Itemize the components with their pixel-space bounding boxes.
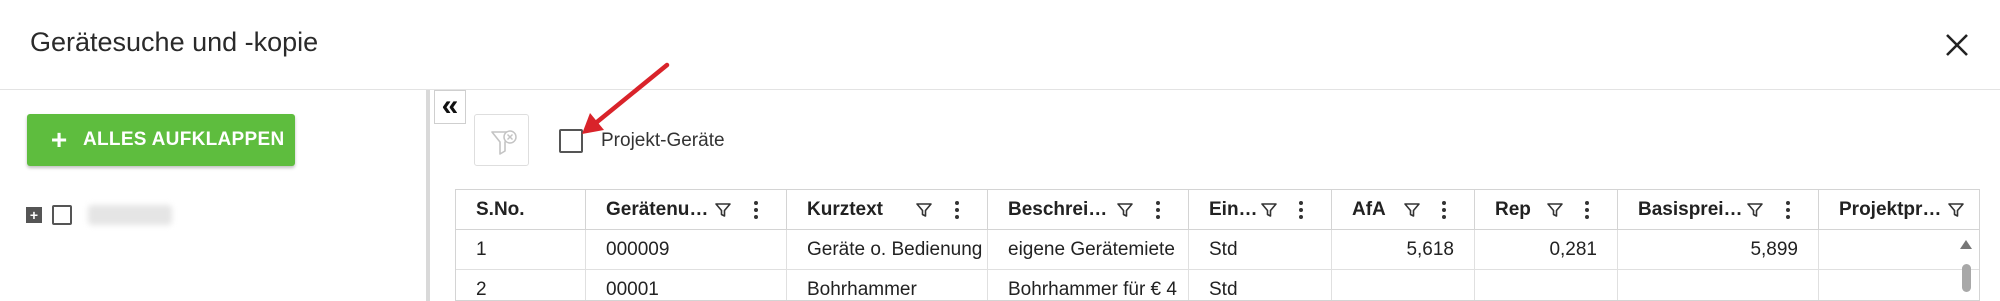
- filter-icon[interactable]: [1260, 201, 1278, 219]
- tree-pane: + ALLES AUFKLAPPEN +: [0, 90, 426, 301]
- column-header-label: Basisprei…: [1638, 199, 1743, 220]
- filter-icon[interactable]: [1947, 201, 1965, 219]
- column-header-afa[interactable]: AfA: [1332, 190, 1475, 230]
- cell-rep: [1475, 270, 1618, 300]
- column-menu-icon[interactable]: [1439, 199, 1449, 221]
- plus-icon: +: [50, 124, 68, 155]
- double-chevron-left-icon: «: [441, 89, 459, 122]
- filter-icon[interactable]: [915, 201, 933, 219]
- close-button[interactable]: [1938, 26, 1976, 64]
- cell-sno: 2: [456, 270, 586, 300]
- tree-node-checkbox[interactable]: [52, 205, 72, 225]
- cell-basispreis: [1618, 270, 1819, 300]
- cell-kurztext: Bohrhammer: [787, 270, 988, 300]
- column-menu-icon[interactable]: [1582, 199, 1592, 221]
- column-header-projektpreis[interactable]: Projektpr…: [1819, 190, 1979, 230]
- cell-einheit: Std: [1189, 230, 1332, 270]
- column-menu-icon[interactable]: [751, 199, 761, 221]
- cell-afa: [1332, 270, 1475, 300]
- scroll-up-arrow-icon[interactable]: [1960, 240, 1972, 249]
- devices-grid: S.No. Gerätenu… Kurztext Beschrei… Ein… …: [455, 189, 1980, 301]
- column-header-basispreis[interactable]: Basisprei…: [1618, 190, 1819, 230]
- expand-all-label: ALLES AUFKLAPPEN: [83, 129, 285, 150]
- column-header-label: S.No.: [476, 199, 525, 220]
- column-menu-icon[interactable]: [952, 199, 962, 221]
- close-icon[interactable]: [1938, 26, 1976, 64]
- column-menu-icon[interactable]: [1296, 199, 1306, 221]
- column-header-label: Projektpr…: [1839, 199, 1942, 220]
- scroll-thumb[interactable]: [1962, 264, 1971, 292]
- filter-icon[interactable]: [714, 201, 732, 219]
- filter-icon[interactable]: [1746, 201, 1764, 219]
- filter-clear-icon: [491, 130, 517, 155]
- column-menu-icon[interactable]: [1153, 199, 1163, 221]
- tree-node[interactable]: +: [26, 201, 172, 229]
- column-header-label: AfA: [1352, 199, 1386, 220]
- cell-basispreis: 5,899: [1618, 230, 1819, 270]
- column-header-kurztext[interactable]: Kurztext: [787, 190, 988, 230]
- table-row[interactable]: 2 00001 Bohrhammer Bohrhammer für € 4 St…: [456, 270, 1979, 300]
- grid-header-row: S.No. Gerätenu… Kurztext Beschrei… Ein… …: [456, 190, 1979, 230]
- column-header-label: Kurztext: [807, 199, 884, 220]
- filter-icon[interactable]: [1116, 201, 1134, 219]
- filter-icon[interactable]: [1403, 201, 1421, 219]
- cell-geraetenummer: 000009: [586, 230, 787, 270]
- tree-expand-toggle[interactable]: +: [26, 207, 42, 223]
- project-devices-label: Projekt-Geräte: [601, 130, 725, 151]
- collapse-pane-button[interactable]: «: [434, 90, 466, 124]
- column-header-label: Beschrei…: [1008, 199, 1108, 220]
- column-header-label: Gerätenu…: [606, 199, 709, 220]
- pane-splitter[interactable]: [426, 90, 430, 301]
- project-devices-checkbox[interactable]: [559, 129, 583, 153]
- expand-all-button[interactable]: + ALLES AUFKLAPPEN: [27, 114, 295, 166]
- table-row[interactable]: 1 000009 Geräte o. Bedienung eigene Gerä…: [456, 230, 1979, 270]
- column-header-einheit[interactable]: Ein…: [1189, 190, 1332, 230]
- column-header-geraetenummer[interactable]: Gerätenu…: [586, 190, 787, 230]
- column-header-beschreibung[interactable]: Beschrei…: [988, 190, 1189, 230]
- cell-einheit: Std: [1189, 270, 1332, 300]
- tree-node-label-redacted: [88, 205, 172, 225]
- column-header-rep[interactable]: Rep: [1475, 190, 1618, 230]
- cell-kurztext: Geräte o. Bedienung: [787, 230, 988, 270]
- filter-icon[interactable]: [1546, 201, 1564, 219]
- cell-beschreibung: eigene Gerätemiete: [988, 230, 1189, 270]
- cell-sno: 1: [456, 230, 586, 270]
- cell-beschreibung: Bohrhammer für € 4: [988, 270, 1189, 300]
- column-menu-icon[interactable]: [1783, 199, 1793, 221]
- column-header-label: Rep: [1495, 199, 1531, 220]
- clear-filter-button[interactable]: [474, 114, 529, 166]
- column-header-label: Ein…: [1209, 199, 1258, 220]
- cell-afa: 5,618: [1332, 230, 1475, 270]
- dialog-title: Gerätesuche und -kopie: [30, 27, 319, 57]
- cell-geraetenummer: 00001: [586, 270, 787, 300]
- cell-rep: 0,281: [1475, 230, 1618, 270]
- dialog-header: Gerätesuche und -kopie: [0, 0, 2000, 90]
- column-header-sno[interactable]: S.No.: [456, 190, 586, 230]
- grid-vertical-scrollbar[interactable]: [1955, 230, 1977, 301]
